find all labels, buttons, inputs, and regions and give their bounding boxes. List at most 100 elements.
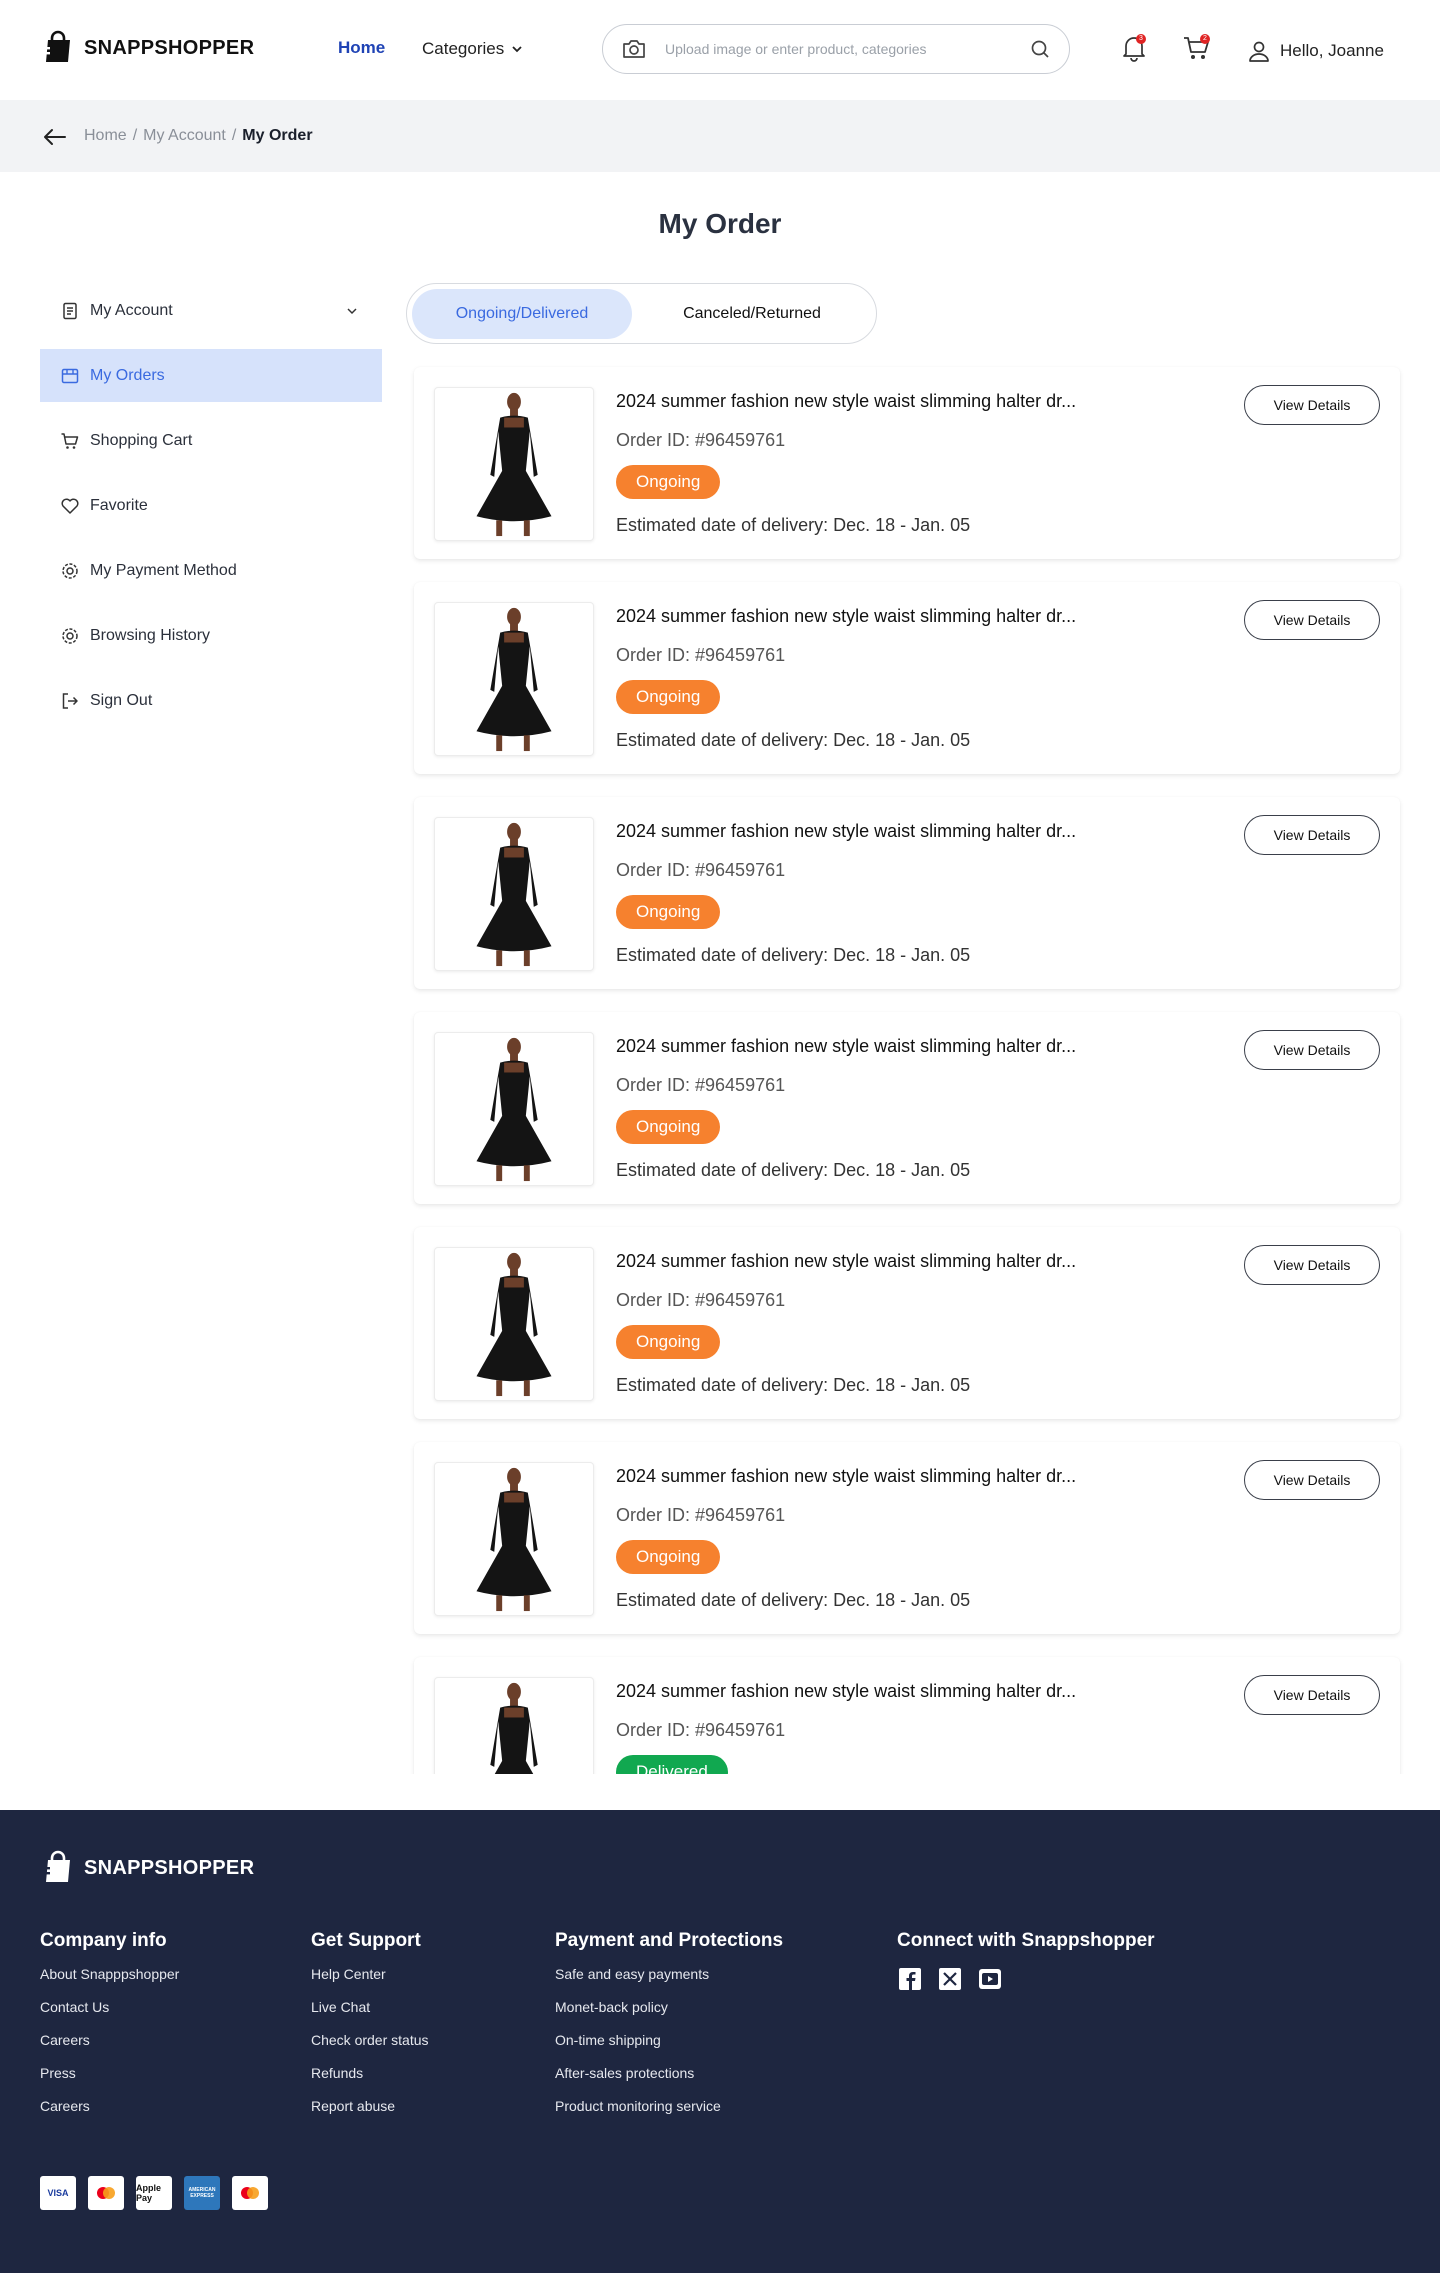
- footer-link[interactable]: Safe and easy payments: [555, 1966, 783, 1982]
- breadcrumb-separator: /: [132, 127, 138, 144]
- sidebar-item-label: My Orders: [90, 366, 165, 384]
- footer-link[interactable]: Careers: [40, 2098, 179, 2114]
- amex-card-icon: AMERICAN EXPRESS: [184, 2176, 220, 2210]
- gear-icon: [62, 627, 78, 644]
- dress-image-icon: [490, 1682, 538, 1774]
- order-card[interactable]: 2024 summer fashion new style waist slim…: [414, 1227, 1400, 1419]
- order-tabs: Ongoing/Delivered Canceled/Returned: [406, 283, 877, 344]
- footer-link[interactable]: Refunds: [311, 2065, 429, 2081]
- apple-pay-label: Apple Pay: [136, 2183, 162, 2203]
- account-sidebar: My Account My Orders Shopping Cart Favor…: [40, 284, 382, 739]
- cart-button[interactable]: 2: [1181, 32, 1213, 64]
- view-details-button[interactable]: View Details: [1244, 1675, 1380, 1715]
- footer-link[interactable]: Press: [40, 2065, 179, 2081]
- footer-link[interactable]: Help Center: [311, 1966, 429, 1982]
- chevron-down-icon: [347, 307, 357, 314]
- search-bar: [602, 24, 1070, 74]
- brand-name: SNAPPSHOPPER: [84, 1856, 255, 1879]
- footer-link[interactable]: After-sales protections: [555, 2065, 783, 2081]
- x-icon[interactable]: [937, 1966, 963, 1992]
- order-id: Order ID: #96459761: [616, 860, 786, 880]
- payment-methods: VISA Apple Pay AMERICAN EXPRESS: [40, 2176, 268, 2210]
- amex-card-label: AMERICAN EXPRESS: [188, 2187, 216, 2199]
- nav-categories-dropdown[interactable]: Categories: [422, 39, 524, 59]
- back-arrow-icon[interactable]: [40, 122, 70, 152]
- footer-link[interactable]: About Snapppshopper: [40, 1966, 179, 1982]
- order-title: 2024 summer fashion new style waist slim…: [616, 1251, 1077, 1271]
- footer-link[interactable]: Contact Us: [40, 1999, 179, 2015]
- youtube-icon[interactable]: [977, 1966, 1003, 1992]
- user-greeting: Hello, Joanne: [1280, 41, 1384, 60]
- mastercard-icon: [232, 2176, 268, 2210]
- order-card[interactable]: 2024 summer fashion new style waist slim…: [414, 1012, 1400, 1204]
- footer-link[interactable]: Live Chat: [311, 1999, 429, 2015]
- sidebar-item-browsing-history[interactable]: Browsing History: [40, 609, 382, 662]
- page-title: My Order: [658, 208, 782, 239]
- order-title: 2024 summer fashion new style waist slim…: [616, 1466, 1077, 1486]
- search-icon[interactable]: [1029, 38, 1051, 60]
- search-input[interactable]: [665, 41, 1029, 57]
- mastercard-icon: [88, 2176, 124, 2210]
- tab-ongoing-delivered[interactable]: Ongoing/Delivered: [412, 288, 632, 339]
- sidebar-item-shopping-cart[interactable]: Shopping Cart: [40, 414, 382, 467]
- order-id: Order ID: #96459761: [616, 645, 786, 665]
- order-id: Order ID: #96459761: [616, 1075, 786, 1095]
- order-card[interactable]: 2024 summer fashion new style waist slim…: [414, 1442, 1400, 1634]
- view-details-button[interactable]: View Details: [1244, 1245, 1380, 1285]
- view-details-button[interactable]: View Details: [1244, 815, 1380, 855]
- footer-brand-logo[interactable]: SNAPPSHOPPER: [40, 1850, 254, 1886]
- view-details-button[interactable]: View Details: [1244, 600, 1380, 640]
- camera-icon[interactable]: [621, 36, 647, 62]
- apple-pay-icon: Apple Pay: [136, 2176, 172, 2210]
- breadcrumb-account[interactable]: My Account: [143, 127, 226, 145]
- breadcrumb-bar: Home / My Account / My Order: [0, 100, 1440, 172]
- dress-image-icon: [476, 607, 552, 752]
- status-badge: Ongoing: [616, 1540, 721, 1574]
- order-title: 2024 summer fashion new style waist slim…: [616, 821, 1077, 841]
- tab-canceled-returned[interactable]: Canceled/Returned: [642, 289, 862, 339]
- order-title: 2024 summer fashion new style waist slim…: [616, 1681, 1077, 1701]
- sidebar-item-payment-method[interactable]: My Payment Method: [40, 544, 382, 597]
- breadcrumb-separator: /: [231, 127, 237, 144]
- footer-link[interactable]: On-time shipping: [555, 2032, 783, 2048]
- gear-icon: [62, 562, 78, 579]
- sidebar-item-sign-out[interactable]: Sign Out: [40, 674, 382, 727]
- order-card[interactable]: 2024 summer fashion new style waist slim…: [414, 1657, 1400, 1774]
- dress-image-icon: [476, 822, 552, 967]
- view-details-button[interactable]: View Details: [1244, 1460, 1380, 1500]
- nav-categories-label: Categories: [422, 39, 505, 58]
- footer-payment-column: Payment and Protections Safe and easy pa…: [555, 1930, 783, 2131]
- view-details-button[interactable]: View Details: [1244, 1030, 1380, 1070]
- footer-link[interactable]: Report abuse: [311, 2098, 429, 2114]
- user-menu[interactable]: Hello, Joanne: [1246, 38, 1384, 64]
- facebook-icon[interactable]: [897, 1966, 923, 1992]
- nav-home-link[interactable]: Home: [338, 38, 385, 58]
- breadcrumb-home[interactable]: Home: [84, 127, 127, 145]
- sidebar-item-my-orders[interactable]: My Orders: [40, 349, 382, 402]
- view-details-button[interactable]: View Details: [1244, 385, 1380, 425]
- product-image: [434, 602, 594, 756]
- notifications-button[interactable]: 3: [1118, 32, 1150, 64]
- order-card[interactable]: 2024 summer fashion new style waist slim…: [414, 367, 1400, 559]
- footer-link[interactable]: Product monitoring service: [555, 2098, 783, 2114]
- sidebar-item-label: Favorite: [90, 496, 148, 514]
- sidebar-item-favorite[interactable]: Favorite: [40, 479, 382, 532]
- cart-icon: [61, 432, 79, 449]
- order-title: 2024 summer fashion new style waist slim…: [616, 1036, 1077, 1056]
- sidebar-item-my-account[interactable]: My Account: [40, 284, 382, 337]
- visa-card-icon: VISA: [40, 2176, 76, 2210]
- product-image: [434, 1032, 594, 1186]
- delivery-estimate: Estimated date of delivery: Dec. 18 - Ja…: [616, 1375, 971, 1395]
- sidebar-item-label: My Payment Method: [90, 561, 237, 579]
- order-id: Order ID: #96459761: [616, 1290, 786, 1310]
- footer-link[interactable]: Check order status: [311, 2032, 429, 2048]
- orders-icon: [61, 368, 79, 383]
- breadcrumb: Home / My Account / My Order: [84, 127, 313, 145]
- order-card[interactable]: 2024 summer fashion new style waist slim…: [414, 582, 1400, 774]
- brand-logo[interactable]: SNAPPSHOPPER: [40, 30, 254, 66]
- order-card[interactable]: 2024 summer fashion new style waist slim…: [414, 797, 1400, 989]
- footer-support-column: Get Support Help Center Live Chat Check …: [311, 1930, 429, 2131]
- footer-link[interactable]: Careers: [40, 2032, 179, 2048]
- footer-link[interactable]: Monet-back policy: [555, 1999, 783, 2015]
- shopping-bag-logo-icon: [41, 1850, 70, 1882]
